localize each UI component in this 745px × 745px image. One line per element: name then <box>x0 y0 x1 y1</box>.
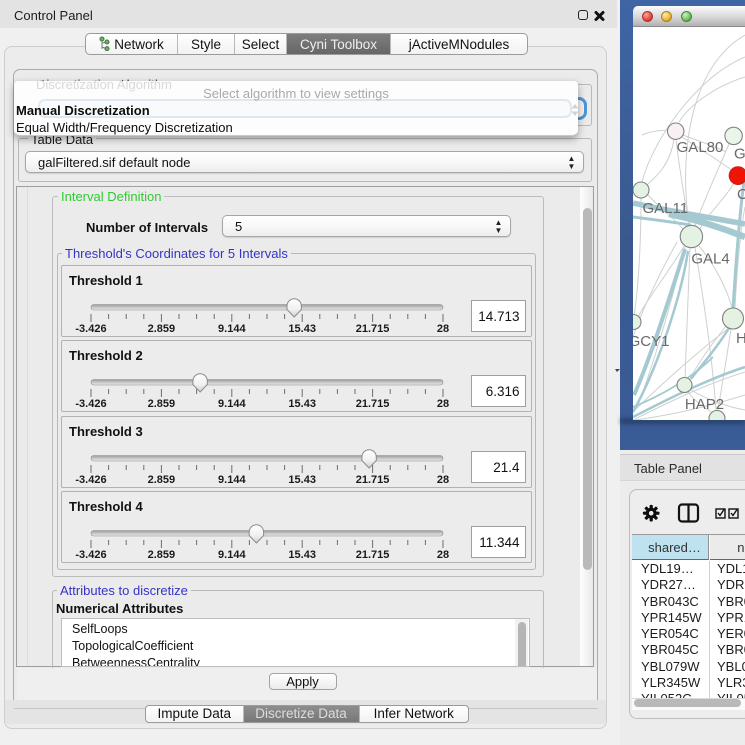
svg-text:15.43: 15.43 <box>288 323 316 335</box>
svg-text:21.715: 21.715 <box>356 323 390 335</box>
svg-text:15.43: 15.43 <box>288 549 316 561</box>
svg-text:15.43: 15.43 <box>288 398 316 410</box>
svg-text:21.715: 21.715 <box>356 474 390 486</box>
svg-text:G.: G. <box>734 146 745 163</box>
svg-text:GAL11: GAL11 <box>643 200 689 217</box>
svg-text:28: 28 <box>437 549 449 561</box>
svg-text:HAP2: HAP2 <box>685 396 724 413</box>
svg-text:-3.426: -3.426 <box>75 323 106 335</box>
svg-text:GCY1: GCY1 <box>633 333 669 350</box>
svg-text:GAL4: GAL4 <box>691 251 729 268</box>
svg-text:2.859: 2.859 <box>148 549 176 561</box>
svg-text:2.859: 2.859 <box>148 398 176 410</box>
svg-text:2.859: 2.859 <box>148 323 176 335</box>
svg-text:GAL80: GAL80 <box>677 139 724 156</box>
svg-text:-3.426: -3.426 <box>75 549 106 561</box>
svg-text:15.43: 15.43 <box>288 474 316 486</box>
svg-text:28: 28 <box>437 398 449 410</box>
svg-text:28: 28 <box>437 474 449 486</box>
svg-text:9.144: 9.144 <box>218 398 246 410</box>
svg-text:9.144: 9.144 <box>218 474 246 486</box>
svg-text:21.715: 21.715 <box>356 398 390 410</box>
svg-text:2.859: 2.859 <box>148 474 176 486</box>
svg-text:-3.426: -3.426 <box>75 474 106 486</box>
svg-text:-3.426: -3.426 <box>75 398 106 410</box>
svg-text:28: 28 <box>437 323 449 335</box>
svg-text:H: H <box>736 330 745 347</box>
svg-text:21.715: 21.715 <box>356 549 390 561</box>
svg-text:9.144: 9.144 <box>218 549 246 561</box>
svg-text:C: C <box>737 186 745 203</box>
svg-text:9.144: 9.144 <box>218 323 246 335</box>
